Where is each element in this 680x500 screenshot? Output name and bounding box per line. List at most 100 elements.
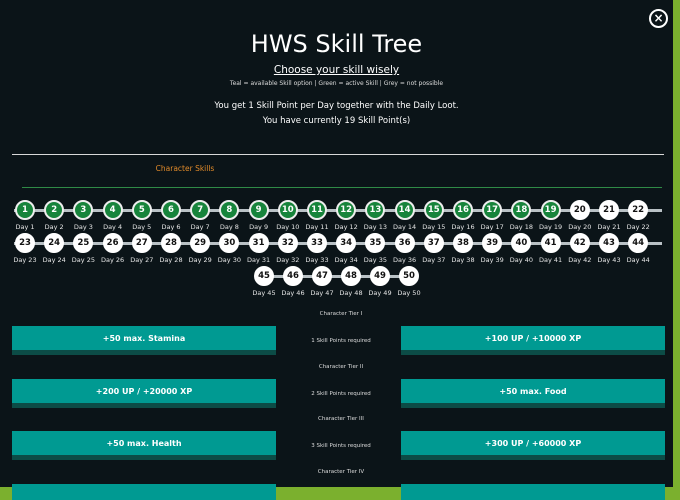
day-marker: 39 Day 39 [479,233,505,264]
skill-option-right[interactable]: +50 max. Food [401,378,665,408]
day-marker: 9 Day 9 [246,200,272,231]
day-marker: 18 Day 18 [508,200,534,231]
day-node[interactable]: 32 [277,233,298,253]
day-marker: 1 Day 1 [12,200,38,231]
day-node[interactable]: 22 [628,200,649,220]
close-button[interactable]: × [649,9,668,28]
page-subtitle: Choose your skill wisely [273,64,400,76]
day-marker: 16 Day 16 [450,200,476,231]
day-node[interactable]: 12 [336,200,357,220]
day-marker: 42 Day 42 [567,233,593,264]
day-node[interactable]: 15 [423,200,444,220]
day-label: Day 44 [626,256,650,264]
day-node[interactable]: 26 [102,233,123,253]
day-node[interactable]: 34 [336,233,357,253]
day-node[interactable]: 6 [161,200,181,220]
day-node[interactable]: 46 [283,266,303,286]
day-node[interactable]: 23 [15,233,35,253]
day-node[interactable]: 14 [394,200,415,220]
day-marker: 29 Day 29 [187,233,213,264]
day-marker: 19 Day 19 [538,200,564,231]
day-node[interactable]: 36 [394,233,415,253]
day-marker: 8 Day 8 [216,200,242,231]
day-marker: 3 Day 3 [70,200,96,231]
day-marker: 21 Day 21 [596,200,622,231]
skill-option-left[interactable]: +200 UP / +20000 XP [12,378,276,408]
day-node[interactable]: 48 [341,266,361,286]
day-marker: 35 Day 35 [362,233,388,264]
day-node[interactable]: 33 [307,233,327,253]
day-node[interactable]: 11 [307,200,327,220]
day-node[interactable]: 40 [511,233,532,253]
day-node[interactable]: 19 [540,200,561,220]
skill-option-right[interactable] [401,483,665,500]
day-node[interactable]: 20 [569,200,590,220]
day-node[interactable]: 27 [131,233,152,253]
day-marker: 7 Day 7 [187,200,213,231]
day-marker: 33 Day 33 [304,233,330,264]
day-node[interactable]: 24 [44,233,65,253]
day-node[interactable]: 7 [190,200,211,220]
day-node[interactable]: 30 [219,233,240,253]
day-marker: 2 Day 2 [41,200,67,231]
day-label: Day 22 [626,223,650,231]
day-node[interactable]: 8 [219,200,240,220]
day-marker: 10 Day 10 [275,200,301,231]
day-node[interactable]: 28 [161,233,181,253]
day-node[interactable]: 44 [628,233,649,253]
day-marker: 38 Day 38 [450,233,476,264]
day-node[interactable]: 18 [511,200,532,220]
tier-title: Character Tier III [318,416,364,422]
day-marker: 50 Day 50 [396,266,422,297]
day-node[interactable]: 39 [482,233,503,253]
day-node[interactable]: 1 [15,200,35,220]
day-node[interactable]: 31 [248,233,269,253]
day-node[interactable]: 10 [277,200,298,220]
day-marker: 5 Day 5 [129,200,155,231]
day-node[interactable]: 13 [365,200,386,220]
color-legend: Teal = available Skill option | Green = … [229,80,444,87]
skill-option-right[interactable]: +100 UP / +10000 XP [401,326,665,355]
day-marker: 6 Day 6 [158,200,184,231]
tier-requirement: 1 Skill Points required [311,338,371,344]
day-marker: 26 Day 26 [100,233,126,264]
day-node[interactable]: 49 [370,266,390,286]
day-marker: 43 Day 43 [596,233,622,264]
day-marker: 20 Day 20 [567,200,593,231]
skill-option-left[interactable]: +50 max. Stamina [12,326,276,355]
section-title: Character Skills [155,164,215,173]
page-title: HWS Skill Tree [250,30,423,58]
day-node[interactable]: 17 [482,200,503,220]
day-marker: 44 Day 44 [625,233,651,264]
day-node[interactable]: 2 [44,200,65,220]
day-node[interactable]: 35 [365,233,386,253]
day-node[interactable]: 21 [599,200,619,220]
day-node[interactable]: 50 [399,266,419,286]
day-marker: 24 Day 24 [41,233,67,264]
day-node[interactable]: 41 [540,233,561,253]
day-node[interactable]: 43 [599,233,619,253]
day-node[interactable]: 4 [102,200,123,220]
day-node[interactable]: 42 [569,233,590,253]
day-node[interactable]: 25 [73,233,94,253]
day-marker: 37 Day 37 [421,233,447,264]
day-node[interactable]: 37 [423,233,444,253]
skill-option-right[interactable]: +300 UP / +60000 XP [401,431,665,460]
day-node[interactable]: 16 [453,200,473,220]
day-marker: 13 Day 13 [362,200,388,231]
tier-requirement: 3 Skill Points required [311,443,371,449]
skill-option-left[interactable] [12,483,276,500]
day-marker: 40 Day 40 [508,233,534,264]
day-node[interactable]: 5 [131,200,152,220]
day-marker: 25 Day 25 [70,233,96,264]
day-node[interactable]: 9 [248,200,269,220]
day-node[interactable]: 3 [73,200,94,220]
frame-right-edge [673,0,680,500]
day-node[interactable]: 29 [190,233,211,253]
skill-option-left[interactable]: +50 max. Health [12,431,276,460]
day-node[interactable]: 38 [453,233,473,253]
day-node[interactable]: 45 [254,266,274,286]
day-marker: 17 Day 17 [479,200,505,231]
day-node[interactable]: 47 [312,266,332,286]
day-label: Day 50 [397,289,421,297]
